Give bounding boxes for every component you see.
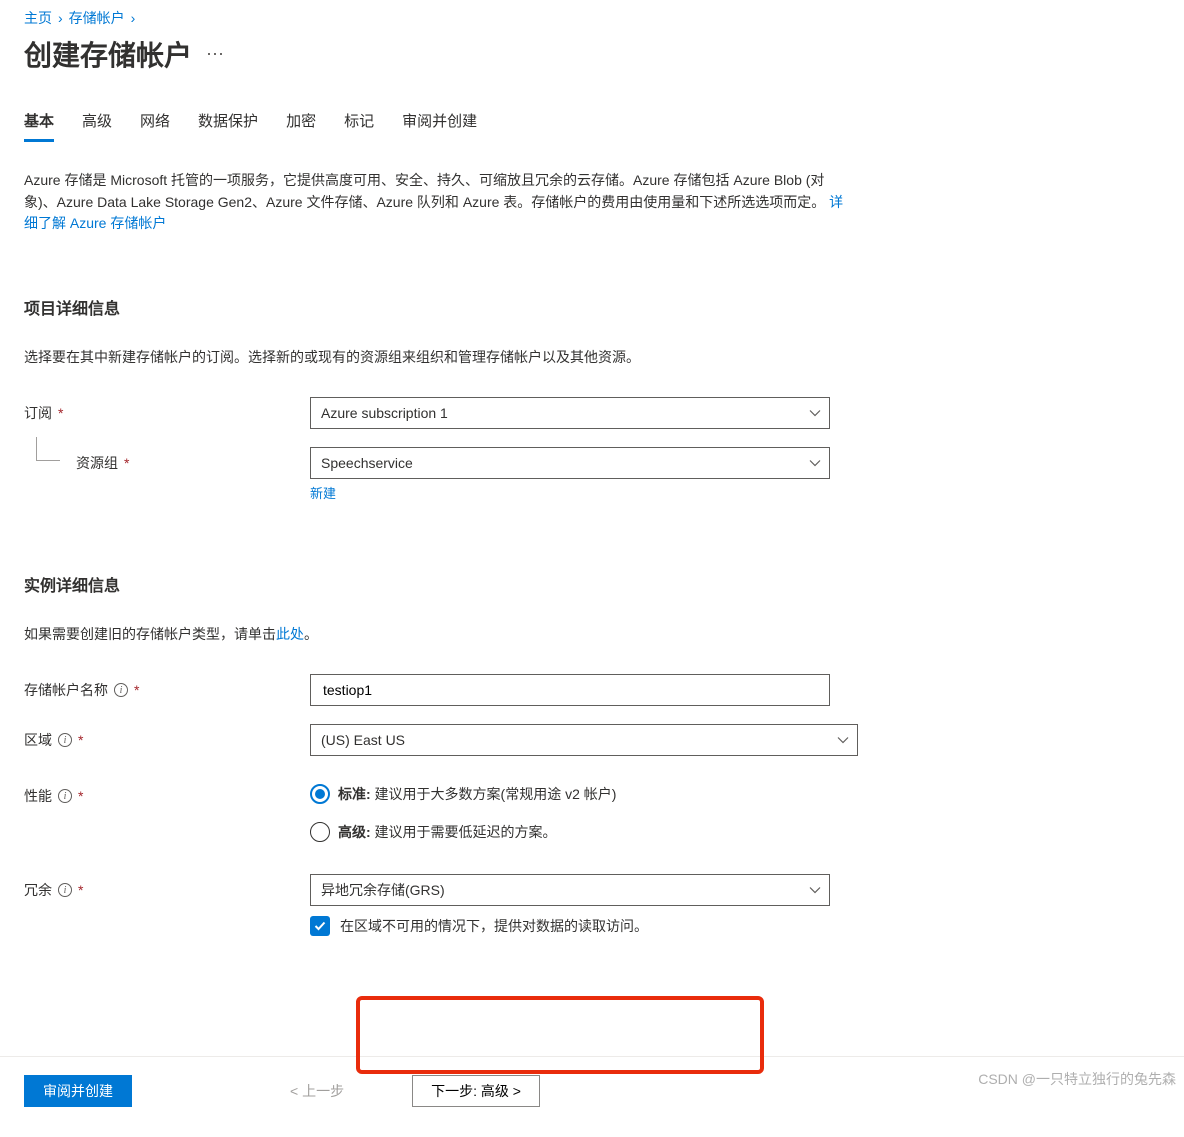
info-icon[interactable]: i: [58, 883, 72, 897]
resourcegroup-label-text: 资源组: [76, 453, 118, 473]
tab-dataprot[interactable]: 数据保护: [198, 104, 258, 142]
tree-line-icon: [36, 437, 60, 461]
breadcrumb-storage[interactable]: 存储帐户: [69, 8, 125, 28]
required-icon: *: [58, 405, 63, 421]
page-title: 创建存储帐户: [24, 34, 192, 74]
redundancy-label: 冗余 i *: [24, 874, 310, 900]
resourcegroup-value: Speechservice: [321, 455, 413, 471]
breadcrumb: 主页 › 存储帐户 ›: [24, 8, 1160, 28]
subscription-label: 订阅 *: [24, 397, 310, 423]
performance-label-text: 性能: [24, 786, 52, 806]
section-project-desc: 选择要在其中新建存储帐户的订阅。选择新的或现有的资源组来组织和管理存储帐户以及其…: [24, 347, 1160, 367]
chevron-down-icon: [809, 884, 821, 896]
check-icon: [313, 919, 327, 933]
info-icon[interactable]: i: [58, 733, 72, 747]
performance-label: 性能 i *: [24, 780, 310, 806]
storagename-label-text: 存储帐户名称: [24, 680, 108, 700]
more-actions-button[interactable]: ⋯: [206, 44, 226, 65]
subscription-value: Azure subscription 1: [321, 405, 448, 421]
tab-basic[interactable]: 基本: [24, 104, 54, 142]
tab-encrypt[interactable]: 加密: [286, 104, 316, 142]
required-icon: *: [78, 732, 83, 748]
region-select[interactable]: (US) East US: [310, 724, 858, 756]
region-value: (US) East US: [321, 732, 405, 748]
watermark: CSDN @一只特立独行的兔先森: [978, 1069, 1176, 1089]
section-instance-title: 实例详细信息: [24, 572, 1160, 596]
tab-network[interactable]: 网络: [140, 104, 170, 142]
storagename-label: 存储帐户名称 i *: [24, 674, 310, 700]
info-icon[interactable]: i: [114, 683, 128, 697]
prev-step-button[interactable]: < 上一步: [272, 1075, 362, 1107]
subscription-select[interactable]: Azure subscription 1: [310, 397, 830, 429]
tab-tags[interactable]: 标记: [344, 104, 374, 142]
legacy-link[interactable]: 此处: [276, 626, 304, 642]
section-project-title: 项目详细信息: [24, 295, 1160, 319]
performance-premium-label: 高级: 建议用于需要低延迟的方案。: [338, 822, 557, 842]
read-access-checkbox[interactable]: [310, 916, 330, 936]
section-instance-desc: 如果需要创建旧的存储帐户类型，请单击此处。: [24, 624, 1160, 644]
required-icon: *: [78, 788, 83, 804]
tab-review[interactable]: 审阅并创建: [402, 104, 477, 142]
redundancy-label-text: 冗余: [24, 880, 52, 900]
review-create-button[interactable]: 审阅并创建: [24, 1075, 132, 1107]
info-icon[interactable]: i: [58, 789, 72, 803]
legacy-text: 如果需要创建旧的存储帐户类型，请单击: [24, 626, 276, 642]
chevron-down-icon: [837, 734, 849, 746]
required-icon: *: [134, 682, 139, 698]
chevron-down-icon: [809, 457, 821, 469]
chevron-down-icon: [809, 407, 821, 419]
read-access-label: 在区域不可用的情况下，提供对数据的读取访问。: [340, 916, 648, 936]
performance-standard-label: 标准: 建议用于大多数方案(常规用途 v2 帐户): [338, 784, 616, 804]
tab-bar: 基本 高级 网络 数据保护 加密 标记 审阅并创建: [24, 104, 1160, 142]
tab-advanced[interactable]: 高级: [82, 104, 112, 142]
chevron-right-icon: ›: [131, 10, 136, 26]
performance-premium-radio[interactable]: [310, 822, 330, 842]
intro-body: Azure 存储是 Microsoft 托管的一项服务，它提供高度可用、安全、持…: [24, 172, 829, 210]
subscription-label-text: 订阅: [24, 403, 52, 423]
region-label: 区域 i *: [24, 724, 310, 750]
performance-standard-radio[interactable]: [310, 784, 330, 804]
resourcegroup-new-link[interactable]: 新建: [310, 483, 830, 502]
redundancy-value: 异地冗余存储(GRS): [321, 880, 445, 900]
breadcrumb-home[interactable]: 主页: [24, 8, 52, 28]
region-label-text: 区域: [24, 730, 52, 750]
next-step-button[interactable]: 下一步: 高级 >: [412, 1075, 540, 1107]
redundancy-select[interactable]: 异地冗余存储(GRS): [310, 874, 830, 906]
intro-text: Azure 存储是 Microsoft 托管的一项服务，它提供高度可用、安全、持…: [24, 170, 844, 235]
resourcegroup-select[interactable]: Speechservice: [310, 447, 830, 479]
chevron-right-icon: ›: [58, 10, 63, 26]
required-icon: *: [78, 882, 83, 898]
storagename-input-wrap: [310, 674, 830, 706]
required-icon: *: [124, 455, 129, 471]
storagename-input[interactable]: [321, 681, 801, 699]
resourcegroup-label: 资源组 *: [24, 447, 310, 473]
